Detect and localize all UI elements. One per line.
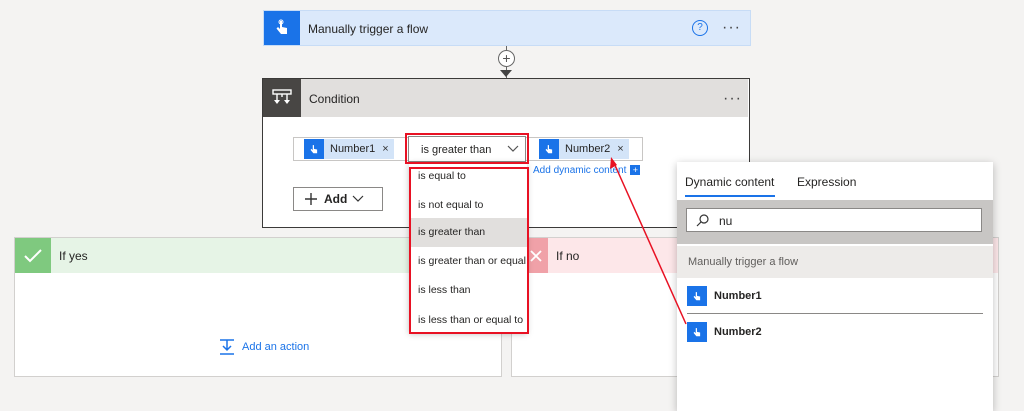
annotation-arrow (610, 157, 687, 325)
